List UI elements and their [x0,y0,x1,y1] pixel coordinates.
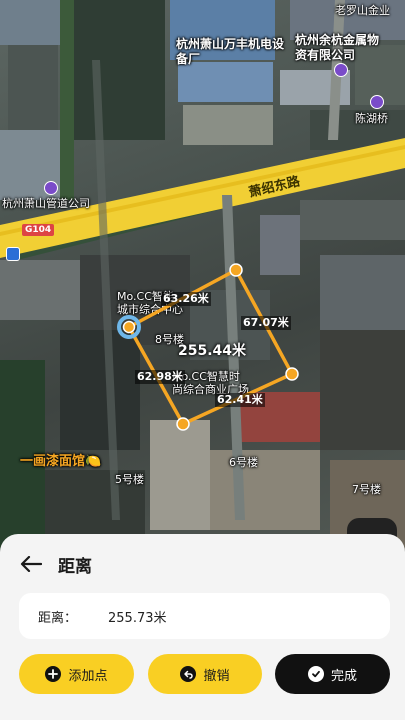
check-icon [307,666,324,682]
total-length-label: 255.44米 [178,343,247,359]
measure-point[interactable] [285,367,299,381]
add-point-button[interactable]: 添加点 [19,654,134,694]
back-arrow-icon [20,556,42,572]
undo-button[interactable]: 撤销 [148,654,262,694]
done-button[interactable]: 完成 [275,654,390,694]
undo-icon [180,666,197,682]
satellite-map[interactable]: G104 老罗山金业 杭州萧山万丰机电设备厂 杭州余杭金属物资有限公司 陈湖桥 … [0,0,405,560]
plus-icon [45,666,62,682]
measure-point[interactable] [122,320,136,334]
distance-card: 距离： 255.73米 [19,593,390,639]
segment-length-label: 67.07米 [241,316,291,330]
segment-length-label: 63.26米 [161,292,211,306]
done-label: 完成 [330,667,357,683]
undo-label: 撤销 [203,667,230,683]
measure-point[interactable] [176,417,190,431]
measure-overlay [117,263,299,431]
distance-key: 距离： [38,610,78,626]
add-point-label: 添加点 [68,667,108,683]
back-button[interactable] [20,552,46,576]
segment-length-label: 62.98米 [135,370,185,384]
screen: G104 老罗山金业 杭州萧山万丰机电设备厂 杭州余杭金属物资有限公司 陈湖桥 … [0,0,405,720]
sheet-title: 距离 [58,556,92,577]
sheet-header: 距离 [20,552,92,577]
measure-point[interactable] [229,263,243,277]
distance-value: 255.73米 [108,610,167,626]
measure-bottom-sheet: 距离 距离： 255.73米 添加点 撤销 完成 [0,534,405,720]
segment-length-label: 62.41米 [215,393,265,407]
